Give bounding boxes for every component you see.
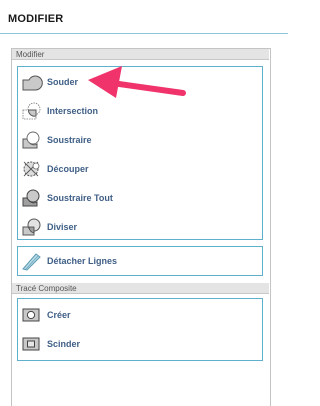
make-compound-button[interactable]: Créer xyxy=(20,304,71,326)
subtract-icon xyxy=(20,129,44,151)
subtract-all-icon xyxy=(20,187,44,209)
panel-title: MODIFIER xyxy=(8,13,64,25)
intersect-label: Intersection xyxy=(47,106,99,116)
slice-button[interactable]: Découper xyxy=(20,158,89,180)
divide-label: Diviser xyxy=(47,222,78,232)
detach-lines-label: Détacher Lignes xyxy=(47,256,118,266)
title-divider xyxy=(0,33,288,34)
compound-section-header: Tracé Composite xyxy=(12,283,269,294)
divide-button[interactable]: Diviser xyxy=(20,216,77,238)
detach-lines-button[interactable]: Détacher Lignes xyxy=(20,250,117,272)
release-compound-label: Scinder xyxy=(47,339,81,349)
subtract-button[interactable]: Soustraire xyxy=(20,129,92,151)
release-compound-icon xyxy=(20,333,44,355)
release-compound-button[interactable]: Scinder xyxy=(20,333,80,355)
slice-icon xyxy=(20,158,44,180)
make-compound-icon xyxy=(20,304,44,326)
subtract-all-label: Soustraire Tout xyxy=(47,193,113,203)
modifier-section-header: Modifier xyxy=(12,49,269,60)
weld-button[interactable]: Souder xyxy=(20,71,78,93)
detach-lines-icon xyxy=(20,250,44,272)
intersect-button[interactable]: Intersection xyxy=(20,100,98,122)
subtract-all-button[interactable]: Soustraire Tout xyxy=(20,187,113,209)
weld-icon xyxy=(20,71,44,93)
make-compound-label: Créer xyxy=(47,310,71,320)
intersect-icon xyxy=(20,100,44,122)
slice-label: Découper xyxy=(47,164,89,174)
subtract-label: Soustraire xyxy=(47,135,92,145)
divide-icon xyxy=(20,216,44,238)
weld-label: Souder xyxy=(47,77,79,87)
